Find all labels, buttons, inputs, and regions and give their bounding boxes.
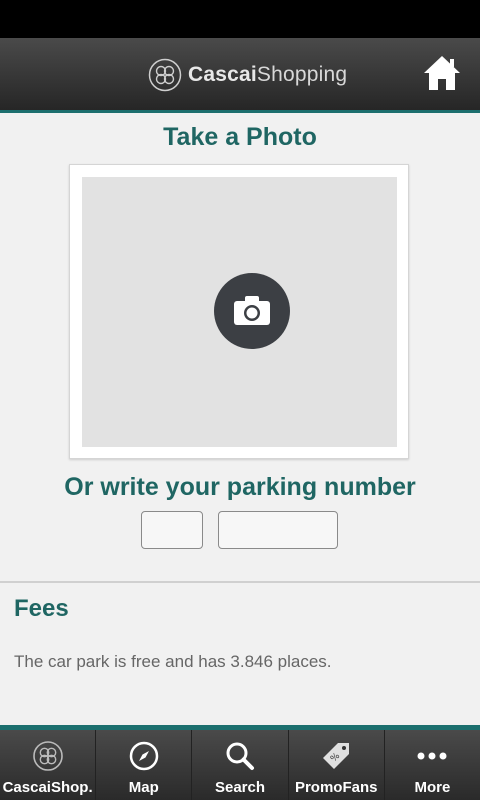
- parking-number-title: Or write your parking number: [64, 473, 416, 501]
- tab-label: Map: [128, 779, 159, 796]
- fees-title: Fees: [14, 595, 69, 622]
- photo-placeholder[interactable]: [82, 177, 397, 447]
- tab-search[interactable]: Search: [192, 730, 289, 800]
- tab-cascaishop[interactable]: CascaiShop.: [0, 730, 97, 800]
- home-icon: [424, 56, 460, 90]
- camera-button[interactable]: [214, 273, 290, 349]
- home-button[interactable]: [422, 54, 462, 92]
- tab-label: Search: [214, 779, 266, 796]
- price-tag-icon: %: [323, 743, 350, 769]
- parking-level-input[interactable]: [141, 511, 203, 549]
- camera-icon: [234, 296, 270, 325]
- main-content: Take a Photo Or write your parking numbe…: [0, 113, 480, 725]
- bottom-tab-bar: CascaiShop. Map Search % PromoFans More: [0, 725, 480, 800]
- app-header: CascaiShopping: [0, 38, 480, 113]
- app-logo: CascaiShopping: [148, 58, 347, 92]
- take-photo-title: Take a Photo: [163, 123, 317, 151]
- parking-number-input[interactable]: [218, 511, 338, 549]
- tab-label: More: [414, 779, 451, 796]
- status-bar: [0, 0, 480, 38]
- cascaishopping-logo-icon: [148, 58, 182, 92]
- photo-frame: [69, 164, 409, 459]
- tab-label: PromoFans: [294, 779, 378, 796]
- tab-map[interactable]: Map: [96, 730, 193, 800]
- more-dots-icon: [417, 752, 447, 760]
- fees-description: The car park is free and has 3.846 place…: [14, 652, 332, 671]
- tab-label: CascaiShop.: [2, 779, 93, 796]
- tab-more[interactable]: More: [385, 730, 480, 800]
- compass-icon: [129, 741, 159, 771]
- section-divider: [0, 581, 480, 583]
- tab-promofans[interactable]: % PromoFans: [289, 730, 385, 800]
- search-icon: [226, 742, 254, 770]
- cascaishopping-logo-icon: [32, 741, 63, 771]
- logo-text: CascaiShopping: [188, 63, 348, 86]
